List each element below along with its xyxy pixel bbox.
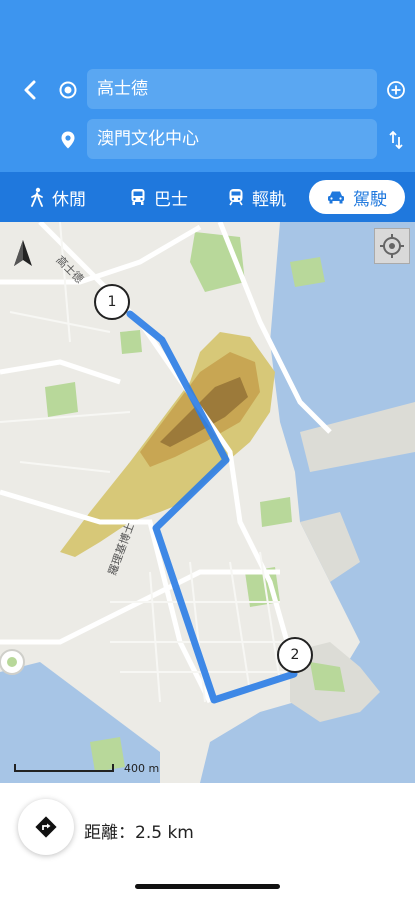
tab-light-rail[interactable]: 輕軌 [228, 180, 286, 214]
car-icon [328, 191, 344, 204]
directions-turn-icon [35, 816, 57, 838]
crosshair-icon [380, 234, 404, 258]
scale-bar [14, 764, 114, 772]
origin-input[interactable]: 高士德 [87, 69, 377, 109]
train-icon [229, 189, 243, 206]
home-indicator [135, 884, 280, 889]
route-summary-panel: 距離：2.5 km [0, 783, 415, 900]
directions-button[interactable] [18, 799, 74, 855]
north-arrow-icon [14, 240, 32, 266]
start-marker[interactable]: 1 [94, 284, 130, 320]
map-canvas [0, 222, 415, 783]
tab-leisure-walk[interactable]: 休閒 [30, 180, 86, 214]
park-area [260, 497, 292, 527]
tab-drive-label: 駕駛 [353, 189, 387, 210]
tab-leisure-label: 休閒 [52, 189, 86, 210]
add-circle-icon [387, 81, 405, 99]
walking-person-icon [31, 187, 43, 207]
chevron-left-icon [24, 80, 36, 100]
back-button[interactable] [14, 74, 46, 106]
end-marker[interactable]: 2 [277, 637, 313, 673]
park-area [120, 330, 142, 354]
destination-pin-icon [61, 131, 75, 149]
tab-drive[interactable]: 駕駛 [309, 180, 405, 214]
locate-button[interactable] [374, 228, 410, 264]
swap-button[interactable] [384, 128, 408, 152]
tab-bus-label: 巴士 [154, 189, 188, 210]
destination-input[interactable]: 澳門文化中心 [87, 119, 377, 159]
scale-label: 400 m [124, 762, 160, 775]
tab-light-rail-label: 輕軌 [252, 189, 286, 210]
add-stop-button[interactable] [384, 78, 408, 102]
park-area [45, 382, 78, 417]
bus-icon [131, 189, 145, 205]
origin-target-icon [59, 81, 77, 99]
route-map[interactable]: 高士德 羅理基博士 1 2 400 m [0, 222, 415, 783]
swap-arrows-icon [389, 130, 403, 150]
route-search-header: 高士德 澳門文化中心 [0, 0, 415, 172]
tab-bus[interactable]: 巴士 [130, 180, 188, 214]
transport-mode-bar: 休閒 巴士 輕軌 駕駛 [0, 172, 415, 222]
park-area [290, 257, 325, 287]
route-distance: 距離：2.5 km [84, 823, 194, 843]
